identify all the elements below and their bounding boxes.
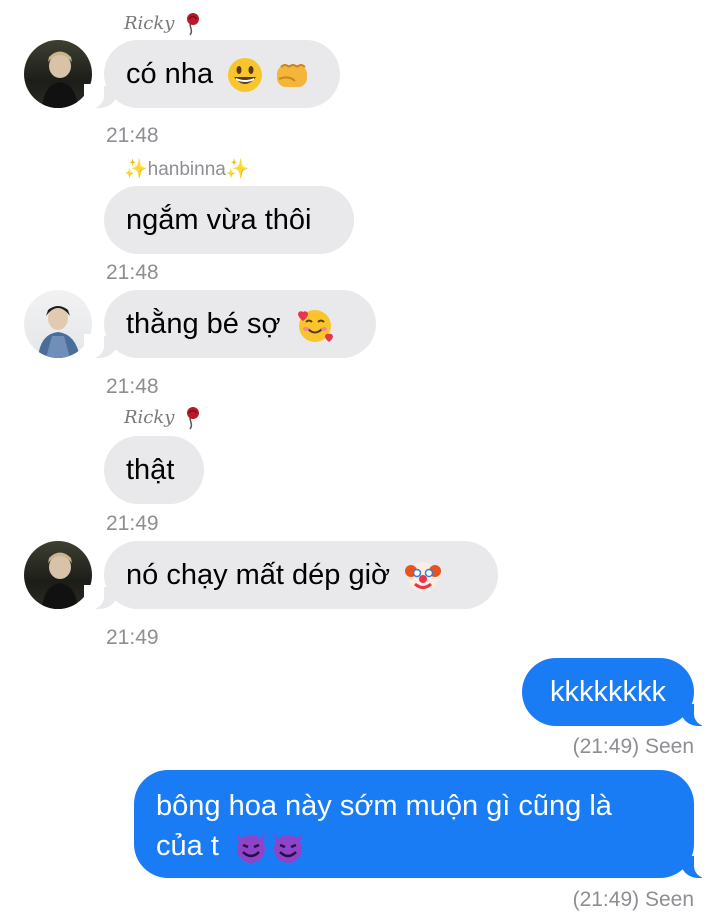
timestamp: 21:48 (106, 261, 159, 284)
message-text: bông hoa này sớm muộn gì cũng là (156, 790, 612, 822)
message-bubble[interactable]: bông hoa này sớm muộn gì cũng là của t (134, 770, 714, 878)
message-bubble[interactable]: thật (104, 436, 204, 504)
message-text: ngắm vừa thôi (126, 204, 312, 236)
message-text: thằng bé sợ (126, 308, 281, 340)
sender-name: ✨hanbinna✨ (124, 159, 250, 180)
seen-status: (21:49) Seen (572, 888, 694, 911)
sender-name: Ricky (124, 12, 202, 36)
message-bubble[interactable]: kkkkkkkk (522, 658, 714, 726)
message-bubble[interactable]: nó chạy mất dép giờ (84, 541, 498, 609)
timestamp: 21:49 (106, 626, 159, 649)
clown-face-icon (405, 562, 442, 593)
sender-name: Ricky (124, 406, 202, 430)
message-text: có nha (126, 58, 214, 90)
timestamp: 21:49 (106, 512, 159, 535)
timestamp: 21:48 (106, 124, 159, 147)
message-text: kkkkkkkk (550, 676, 666, 708)
message-text: nó chạy mất dép giờ (126, 559, 391, 591)
avatar-photo (38, 306, 80, 358)
avatar[interactable] (24, 40, 92, 108)
message-bubble[interactable]: có nha (84, 40, 340, 108)
avatar-photo (42, 552, 78, 609)
rose-icon (187, 407, 200, 430)
smiling-devil-icon (236, 833, 265, 864)
avatar[interactable] (24, 541, 92, 609)
avatar[interactable] (24, 290, 92, 358)
rose-icon (187, 13, 200, 36)
message-bubble[interactable]: ngắm vừa thôi (104, 186, 354, 254)
smiling-face-with-hearts-icon (297, 310, 333, 343)
smiling-devil-icon (273, 833, 302, 864)
message-bubble[interactable]: thằng bé sợ (84, 290, 376, 358)
avatar-photo (42, 51, 78, 108)
seen-status: (21:49) Seen (572, 735, 694, 758)
message-text-line: của t (156, 826, 672, 866)
timestamp: 21:48 (106, 375, 159, 398)
message-text: thật (126, 454, 175, 486)
fist-bump-icon (277, 64, 308, 88)
grinning-face-icon (228, 58, 263, 93)
